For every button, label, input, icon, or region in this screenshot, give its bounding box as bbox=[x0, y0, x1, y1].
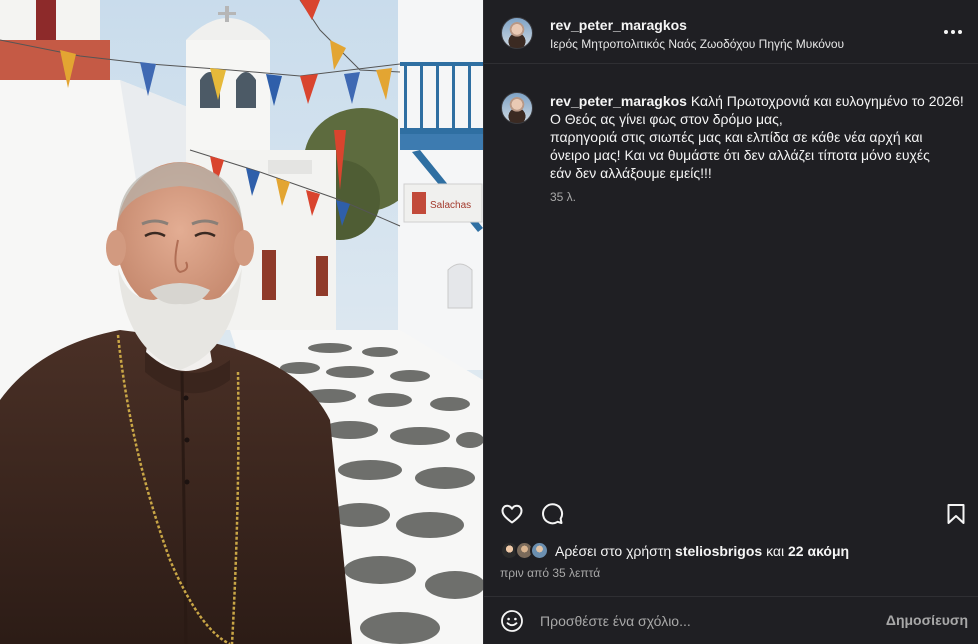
comment-bubble-icon[interactable] bbox=[540, 502, 564, 526]
author-username[interactable]: rev_peter_maragkos bbox=[550, 17, 687, 33]
likes-text[interactable]: Αρέσει στο χρήστη steliosbrigos και 22 α… bbox=[555, 543, 849, 559]
liker-username[interactable]: steliosbrigos bbox=[675, 543, 762, 559]
caption-timestamp[interactable]: 35 λ. bbox=[550, 190, 576, 204]
post-timestamp[interactable]: πριν από 35 λεπτά bbox=[500, 566, 600, 580]
post-location[interactable]: Ιερός Μητροπολιτικός Ναός Ζωοδόχου Πηγής… bbox=[550, 37, 844, 51]
caption-line: εάν δεν αλλάξουμε εμείς!!! bbox=[550, 165, 712, 181]
caption-line: Καλή Πρωτοχρονιά και ευλογημένο το 2026! bbox=[690, 93, 964, 109]
caption-section: rev_peter_maragkos Καλή Πρωτοχρονιά και … bbox=[484, 64, 978, 494]
likes-prefix: Αρέσει στο χρήστη bbox=[555, 543, 672, 559]
emoji-icon[interactable] bbox=[500, 609, 524, 633]
post-modal: Salachas rev_peter_maragkos Ιερός Μητροπ… bbox=[0, 0, 978, 644]
likes-others[interactable]: 22 ακόμη bbox=[788, 543, 849, 559]
liker-avatar[interactable] bbox=[530, 541, 549, 560]
post-photo[interactable]: Salachas bbox=[0, 0, 483, 644]
caption-line: παρηγοριά στις σιωπές μας και ελπίδα σε … bbox=[550, 129, 923, 145]
shop-sign: Salachas bbox=[430, 200, 471, 211]
post-caption: rev_peter_maragkos Καλή Πρωτοχρονιά και … bbox=[550, 92, 970, 182]
action-bar bbox=[484, 494, 978, 534]
comment-bar: Δημοσίευση bbox=[484, 596, 978, 644]
photo-illustration: Salachas bbox=[0, 0, 483, 644]
caption-line: όνειρο μας! Και να θυμάστε ότι δεν αλλάζ… bbox=[550, 147, 930, 163]
likes-conjunction: και bbox=[766, 543, 785, 559]
bookmark-icon[interactable] bbox=[944, 502, 968, 526]
liker-avatars[interactable] bbox=[500, 541, 552, 561]
caption-line: Ο Θεός ας γίνει φως στον δρόμο μας, bbox=[550, 111, 783, 127]
caption-avatar[interactable] bbox=[501, 92, 533, 124]
likes-summary: Αρέσει στο χρήστη steliosbrigos και 22 α… bbox=[500, 540, 970, 562]
heart-icon[interactable] bbox=[500, 502, 524, 526]
post-comment-button[interactable]: Δημοσίευση bbox=[886, 612, 968, 628]
post-header: rev_peter_maragkos Ιερός Μητροπολιτικός … bbox=[484, 0, 978, 64]
more-options-icon[interactable] bbox=[943, 24, 963, 40]
post-details-panel: rev_peter_maragkos Ιερός Μητροπολιτικός … bbox=[483, 0, 978, 644]
caption-username[interactable]: rev_peter_maragkos bbox=[550, 93, 687, 109]
comment-input[interactable] bbox=[540, 609, 870, 633]
author-avatar[interactable] bbox=[501, 17, 533, 49]
